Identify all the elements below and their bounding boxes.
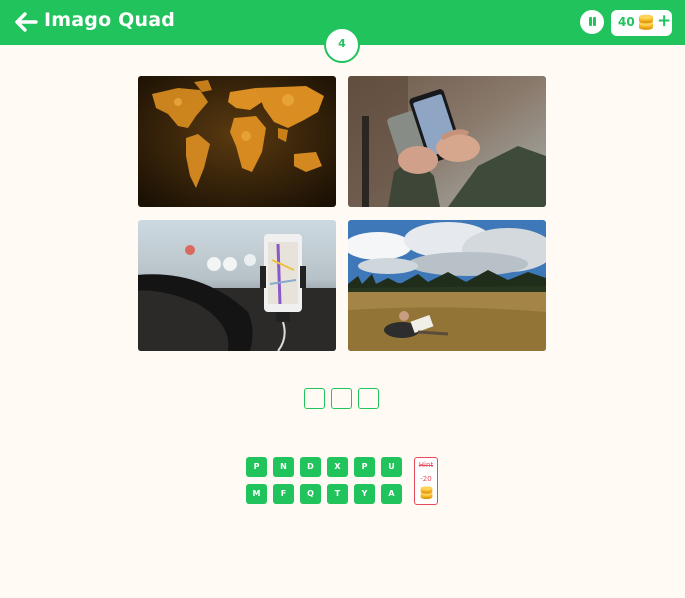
- letter-key[interactable]: X: [327, 457, 348, 477]
- letter-key[interactable]: N: [273, 457, 294, 477]
- clue-image-smartphone: [348, 76, 546, 207]
- letter-key[interactable]: P: [246, 457, 267, 477]
- coin-count: 40: [618, 15, 635, 29]
- letter-key[interactable]: T: [327, 484, 348, 504]
- back-arrow-icon[interactable]: [14, 11, 38, 33]
- coin-stack-icon: [419, 485, 434, 500]
- letter-key[interactable]: U: [381, 457, 402, 477]
- level-number: 4: [338, 37, 346, 50]
- letter-key[interactable]: Y: [354, 484, 375, 504]
- clue-image-world-map: [138, 76, 336, 207]
- level-badge: 4: [324, 27, 360, 63]
- clue-image-car-navigation: [138, 220, 336, 351]
- pause-icon: [588, 17, 592, 26]
- smartphone-in-hands-photo-icon: [348, 76, 546, 207]
- letter-key[interactable]: Q: [300, 484, 321, 504]
- hint-cost: -20: [420, 475, 432, 483]
- letter-key[interactable]: M: [246, 484, 267, 504]
- letter-key[interactable]: A: [381, 484, 402, 504]
- hiker-reading-map-photo-icon: [348, 220, 546, 351]
- letter-key[interactable]: D: [300, 457, 321, 477]
- letter-key[interactable]: F: [273, 484, 294, 504]
- coin-balance[interactable]: 40 +: [611, 10, 672, 36]
- world-map-photo-icon: [138, 76, 336, 207]
- answer-slot[interactable]: [304, 388, 325, 409]
- hint-button[interactable]: Hint -20: [414, 457, 438, 505]
- app-title: Imago Quad: [44, 9, 176, 31]
- pause-button[interactable]: [580, 10, 604, 34]
- letter-key[interactable]: P: [354, 457, 375, 477]
- add-coins-button[interactable]: +: [657, 11, 671, 31]
- answer-slot[interactable]: [331, 388, 352, 409]
- car-phone-navigation-photo-icon: [138, 220, 336, 351]
- hint-label: Hint: [418, 461, 434, 469]
- coin-stack-icon: [637, 13, 655, 31]
- answer-slot[interactable]: [358, 388, 379, 409]
- clue-image-hiker-map: [348, 220, 546, 351]
